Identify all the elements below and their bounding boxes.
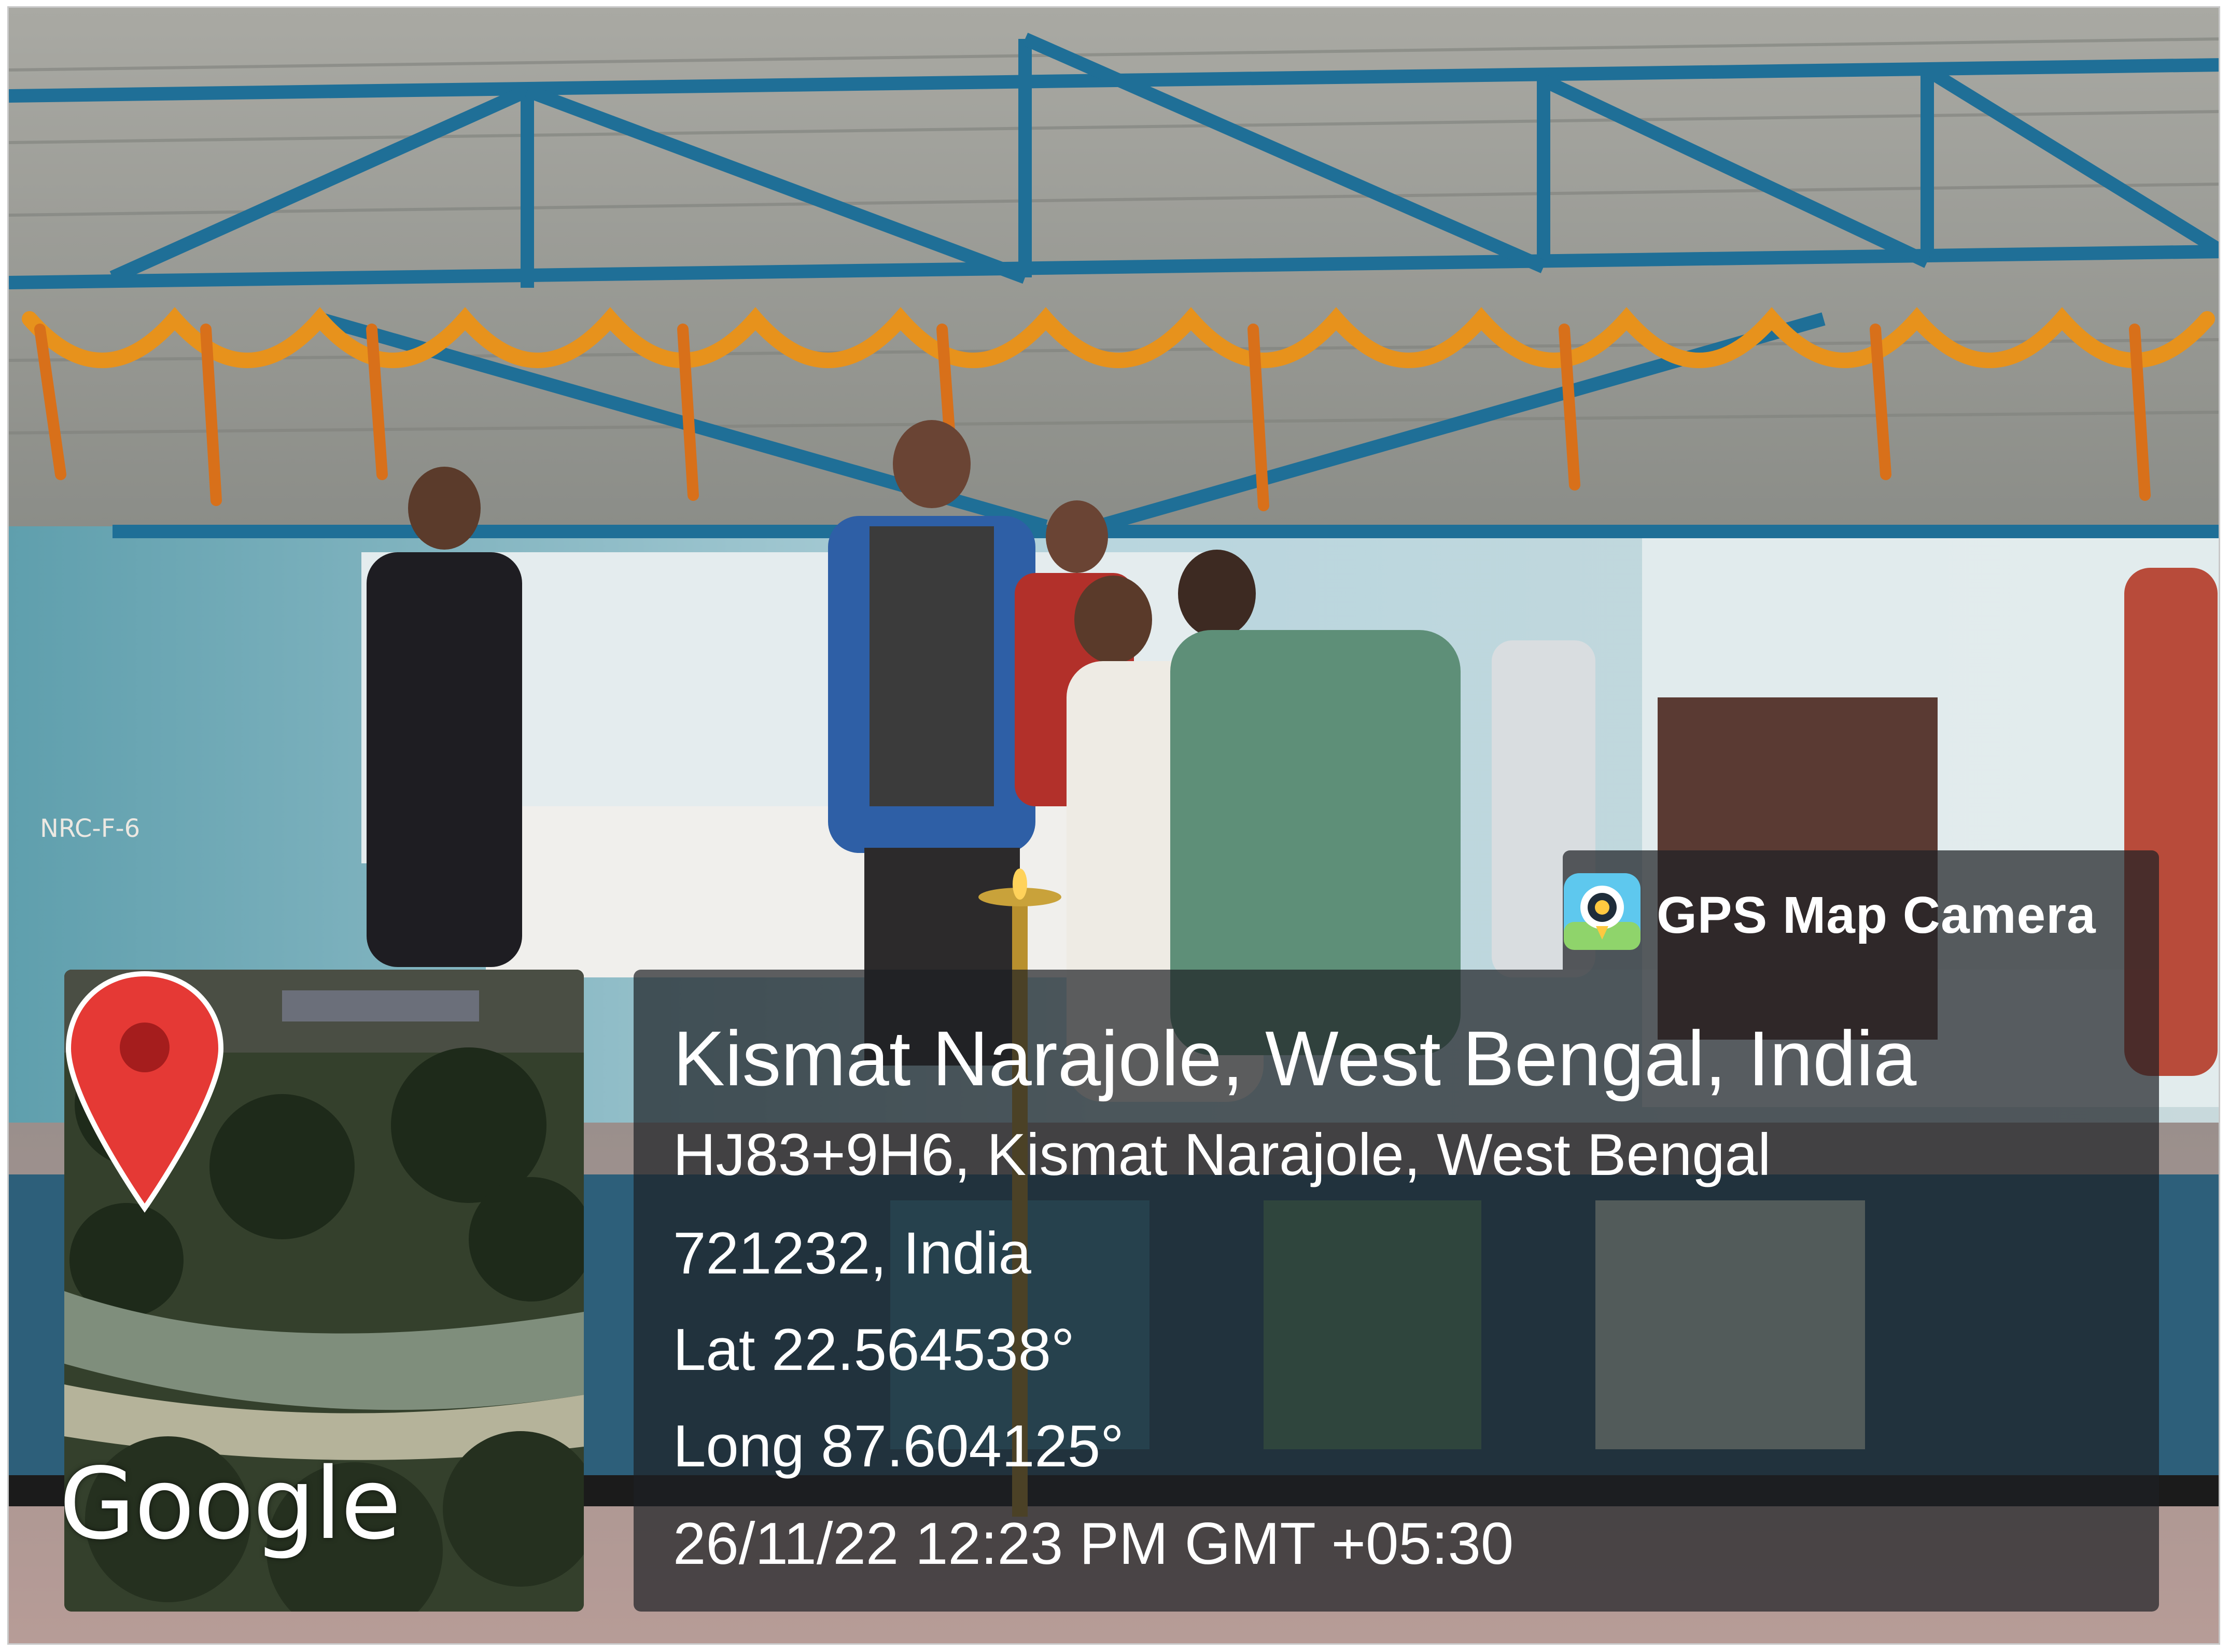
datetime: 26/11/22 12:23 PM GMT +05:30 bbox=[673, 1511, 1514, 1577]
map-thumbnail: Google bbox=[64, 970, 584, 1612]
latitude: Lat 22.564538° bbox=[673, 1317, 1075, 1383]
gps-camera-label: GPS Map Camera bbox=[1657, 886, 2096, 944]
address-line-2: 721232, India bbox=[673, 1221, 1031, 1286]
place-name: Kismat Narajole, West Bengal, India bbox=[673, 1015, 1917, 1102]
longitude: Long 87.604125° bbox=[673, 1413, 1124, 1479]
camera-pin-icon bbox=[1564, 873, 1641, 950]
google-logo: Google bbox=[64, 1447, 401, 1561]
map-pin-icon bbox=[65, 971, 224, 1213]
table-tag: NRC-F-6 bbox=[40, 814, 141, 843]
address-line-1: HJ83+9H6, Kismat Narajole, West Bengal bbox=[673, 1122, 1771, 1188]
